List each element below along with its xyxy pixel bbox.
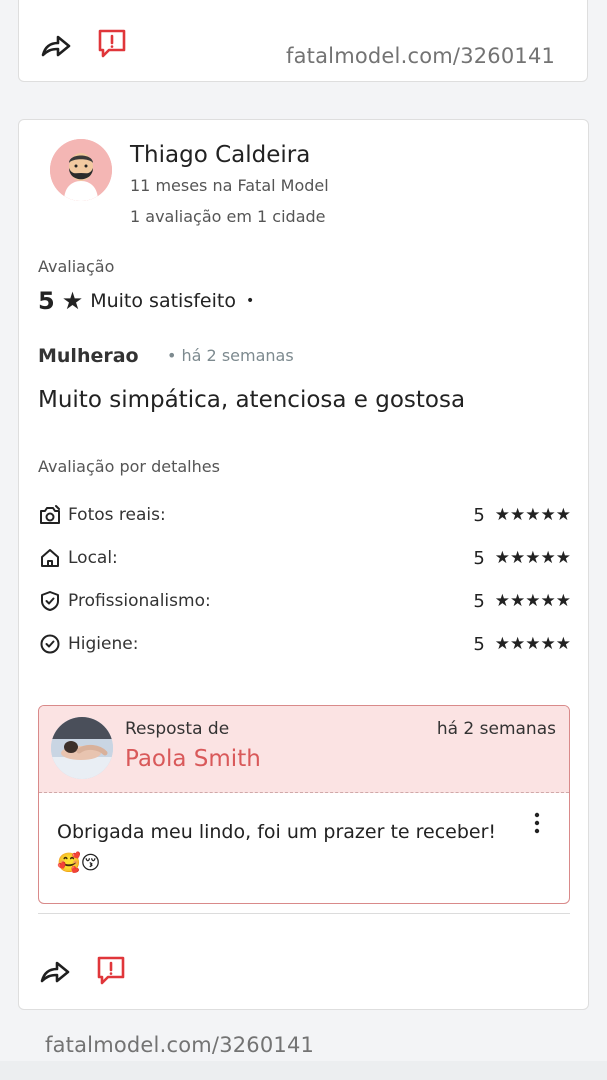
detail-label: Profissionalismo: [68,591,211,611]
detail-score: 5 [473,504,485,526]
detail-score: 5 [473,590,485,612]
reply-header: Resposta de há 2 semanas Paola Smith [39,706,569,793]
reply-timestamp: há 2 semanas [436,719,556,739]
reply-box: Resposta de há 2 semanas Paola Smith Obr… [38,705,570,904]
watermark-text: fatalmodel.com/3260141 [286,44,556,68]
review-title: Mulherao [38,345,139,367]
detail-stars: ★★★★★ [494,505,571,525]
reply-avatar[interactable] [51,717,113,779]
review-body: Muito simpática, atenciosa e gostosa [38,387,466,413]
reviewer-membership: 11 meses na Fatal Model [130,176,329,195]
review-timestamp: • há 2 semanas [167,346,294,365]
reply-from-label: Resposta de [125,719,230,739]
bottom-bar [0,1061,607,1080]
share-arrow-icon[interactable] [39,29,73,63]
report-icon[interactable] [95,26,129,60]
star-icon: ★ [61,287,84,315]
detail-label: Fotos reais: [68,505,166,525]
report-icon[interactable] [94,953,128,987]
reviewer-stats: 1 avaliação em 1 cidade [130,207,326,226]
rating-text: Muito satisfeito [90,290,236,312]
more-options-icon[interactable] [527,811,547,837]
detail-label: Higiene: [68,634,139,654]
detail-label: Local: [68,548,118,568]
detail-row-higiene: Higiene: 5 ★★★★★ [38,631,571,657]
check-circle-icon [38,632,62,656]
detail-row-profissionalismo: Profissionalismo: 5 ★★★★★ [38,588,571,614]
detail-row-local: Local: 5 ★★★★★ [38,545,571,571]
share-arrow-icon[interactable] [38,955,72,989]
overall-rating: 5 ★ Muito satisfeito • [38,287,254,315]
bearded-man-avatar-icon [50,139,112,201]
divider [38,913,570,914]
home-icon [38,546,62,570]
detail-stars: ★★★★★ [494,548,571,568]
detail-row-fotos: Fotos reais: 5 ★★★★★ [38,502,571,528]
detail-score: 5 [473,547,485,569]
rating-value: 5 [38,287,55,315]
details-label: Avaliação por detalhes [38,457,220,476]
detail-stars: ★★★★★ [494,591,571,611]
reviewer-name[interactable]: Thiago Caldeira [130,142,310,168]
camera-icon [38,503,62,527]
shield-check-icon [38,589,62,613]
reply-author-name[interactable]: Paola Smith [125,746,261,772]
previous-review-card: fatalmodel.com/3260141 [18,0,588,82]
rating-label: Avaliação [38,257,115,276]
detail-score: 5 [473,633,485,655]
separator-dot: • [245,293,255,309]
watermark-text: fatalmodel.com/3260141 [45,1033,315,1057]
reply-text: Obrigada meu lindo, foi um prazer te rec… [57,821,497,874]
detail-stars: ★★★★★ [494,634,571,654]
